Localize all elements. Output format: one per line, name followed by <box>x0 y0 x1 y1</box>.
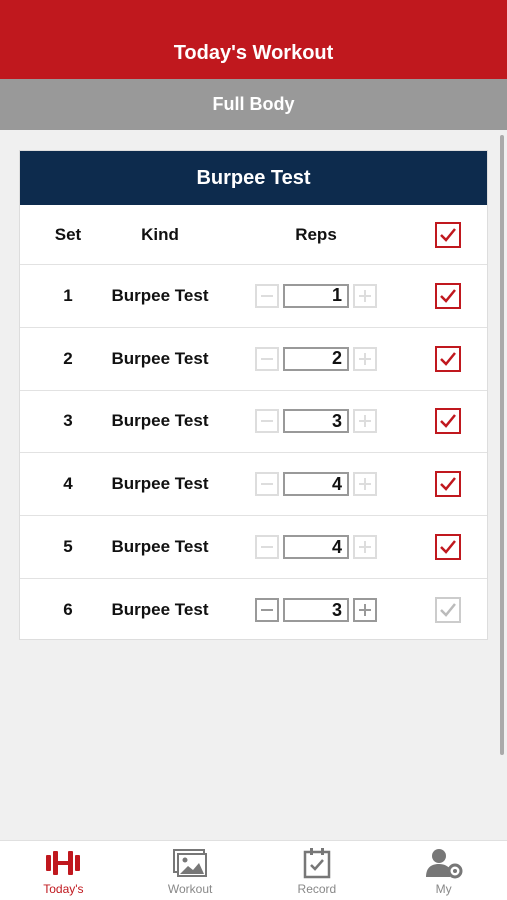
plus-icon <box>359 541 371 554</box>
tab-label: My <box>435 882 452 896</box>
decrement-button[interactable] <box>255 409 279 434</box>
tab-label: Record <box>297 882 337 896</box>
increment-button[interactable] <box>353 535 377 560</box>
check-icon <box>440 414 456 429</box>
set-number: 1 <box>63 285 73 305</box>
reps-stepper: 3 <box>255 409 377 434</box>
set-number: 5 <box>63 537 73 557</box>
tab-record[interactable]: Record <box>254 841 381 900</box>
check-icon <box>440 351 456 366</box>
set-row: 2 Burpee Test 2 <box>20 328 487 391</box>
tab-label: Workout <box>167 882 213 896</box>
scrollbar[interactable] <box>500 135 504 755</box>
set-complete-checkbox[interactable] <box>435 345 461 372</box>
reps-stepper: 2 <box>255 346 377 371</box>
set-number: 2 <box>63 348 73 368</box>
set-row: 1 Burpee Test 1 <box>20 265 487 328</box>
set-number: 4 <box>63 474 73 494</box>
column-header-set: Set <box>54 224 82 244</box>
reps-input[interactable]: 3 <box>283 598 349 623</box>
select-all-checkbox[interactable] <box>435 221 461 248</box>
workout-name: Full Body <box>212 94 295 114</box>
reps-stepper: 1 <box>255 283 377 308</box>
set-row: 4 Burpee Test 4 <box>20 453 487 517</box>
check-icon <box>440 603 456 618</box>
exercise-title: Burpee Test <box>196 166 311 189</box>
column-header-kind: Kind <box>141 224 179 244</box>
set-number: 6 <box>63 600 73 620</box>
reps-stepper: 3 <box>255 598 377 623</box>
reps-input[interactable]: 4 <box>283 472 349 497</box>
calendar-check-icon <box>303 848 331 879</box>
set-complete-checkbox[interactable] <box>435 534 461 561</box>
set-complete-checkbox[interactable] <box>435 597 461 624</box>
set-complete-checkbox[interactable] <box>435 282 461 309</box>
check-icon <box>440 540 456 554</box>
tab-todays[interactable]: Today's <box>0 841 127 900</box>
minus-icon <box>261 609 273 612</box>
reps-input[interactable]: 1 <box>283 283 349 308</box>
minus-icon <box>261 294 273 297</box>
minus-icon <box>261 420 273 423</box>
set-complete-checkbox[interactable] <box>435 408 461 435</box>
increment-button[interactable] <box>353 283 377 308</box>
set-complete-checkbox[interactable] <box>435 471 461 498</box>
reps-stepper: 4 <box>255 472 377 497</box>
increment-button[interactable] <box>353 598 377 623</box>
minus-icon <box>261 357 273 360</box>
dumbbell-icon <box>46 851 81 875</box>
check-icon <box>440 477 456 492</box>
increment-button[interactable] <box>353 409 377 434</box>
set-kind: Burpee Test <box>111 411 209 431</box>
workout-subheader: Full Body <box>0 79 507 130</box>
plus-icon <box>359 352 371 365</box>
decrement-button[interactable] <box>255 283 279 308</box>
images-icon <box>173 849 208 877</box>
set-kind: Burpee Test <box>111 537 209 557</box>
plus-icon <box>359 415 371 428</box>
set-number: 3 <box>63 411 73 431</box>
reps-stepper: 4 <box>255 535 377 560</box>
decrement-button[interactable] <box>255 346 279 371</box>
set-kind: Burpee Test <box>111 600 209 620</box>
reps-input[interactable]: 3 <box>283 409 349 434</box>
set-kind: Burpee Test <box>111 285 209 305</box>
set-row: 6 Burpee Test 3 <box>20 579 487 642</box>
tab-label: Today's <box>43 882 84 896</box>
set-kind: Burpee Test <box>111 348 209 368</box>
set-kind: Burpee Test <box>111 474 209 494</box>
exercise-card-title: Burpee Test <box>20 151 487 205</box>
increment-button[interactable] <box>353 346 377 371</box>
check-icon <box>440 289 456 303</box>
set-row: 3 Burpee Test 3 <box>20 391 487 454</box>
reps-input[interactable]: 2 <box>283 346 349 371</box>
exercise-card: Burpee Test Set Kind Reps 1 Burpee Test 1 2… <box>19 150 488 640</box>
check-icon <box>440 227 456 242</box>
plus-icon <box>359 478 371 491</box>
tab-my[interactable]: My <box>380 841 507 900</box>
set-row: 5 Burpee Test 4 <box>20 516 487 579</box>
reps-input[interactable]: 4 <box>283 535 349 560</box>
app-header: Today's Workout <box>0 0 507 79</box>
user-gear-icon <box>425 849 463 879</box>
minus-icon <box>261 483 273 486</box>
column-header-reps: Reps <box>295 224 337 244</box>
decrement-button[interactable] <box>255 472 279 497</box>
increment-button[interactable] <box>353 472 377 497</box>
table-header-row: Set Kind Reps <box>20 205 487 265</box>
tab-workout[interactable]: Workout <box>127 841 254 900</box>
minus-icon <box>261 546 273 549</box>
decrement-button[interactable] <box>255 535 279 560</box>
plus-icon <box>359 289 371 302</box>
page-title: Today's Workout <box>173 42 334 64</box>
bottom-tab-bar: Today's Workout Record My <box>0 840 507 900</box>
decrement-button[interactable] <box>255 598 279 623</box>
plus-icon <box>359 604 371 617</box>
